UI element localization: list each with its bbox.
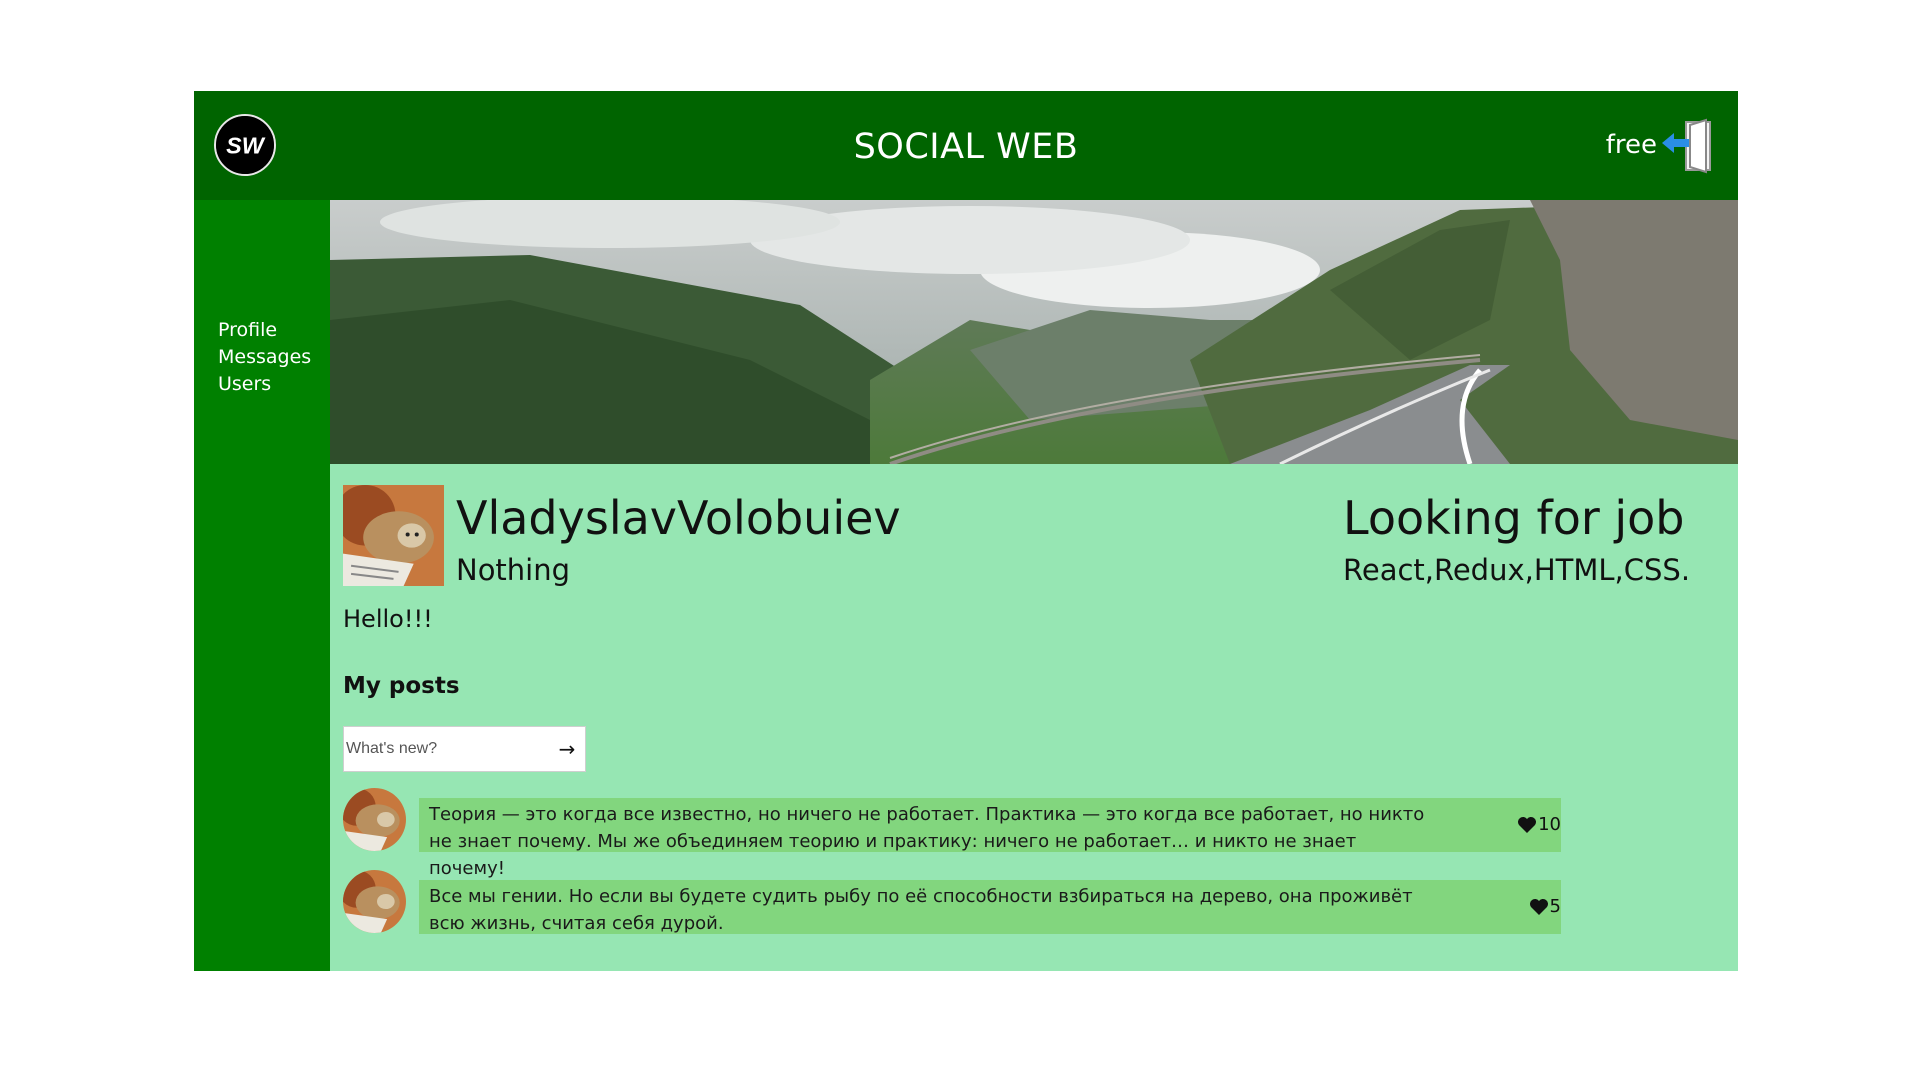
sidebar-nav: Profile Messages Users <box>218 317 311 398</box>
header: SW SOCIAL WEB free <box>194 91 1738 200</box>
new-post-input[interactable] <box>346 727 546 771</box>
profile-full-name: VladyslavVolobuiev <box>456 491 901 545</box>
send-post-button[interactable]: → <box>555 736 579 762</box>
post-avatar <box>343 788 406 851</box>
likes-count: 5 <box>1549 896 1561 917</box>
post-text: Все мы гении. Но если вы будете судить р… <box>429 886 1413 934</box>
post-bubble: Все мы гении. Но если вы будете судить р… <box>419 880 1561 934</box>
likes-count: 10 <box>1538 814 1561 835</box>
app-container: SW SOCIAL WEB free Profile Messages User… <box>194 91 1738 971</box>
heart-icon[interactable] <box>1517 816 1537 834</box>
login-name[interactable]: free <box>1606 130 1657 160</box>
post-likes[interactable]: 5 <box>1529 880 1561 934</box>
login-area[interactable]: free <box>1606 116 1716 174</box>
post-item: Все мы гении. Но если вы будете судить р… <box>343 870 1561 934</box>
sidebar: Profile Messages Users <box>194 200 330 971</box>
profile-avatar <box>343 485 444 586</box>
job-status-title: Looking for job <box>1343 491 1685 545</box>
profile-status[interactable]: Nothing <box>456 552 570 588</box>
app-title: SOCIAL WEB <box>853 127 1079 167</box>
post-item: Теория — это когда все известно, но ниче… <box>343 788 1561 879</box>
sidebar-item-users[interactable]: Users <box>218 371 311 398</box>
post-bubble: Теория — это когда все известно, но ниче… <box>419 798 1561 879</box>
job-description: React,Redux,HTML,CSS. <box>1343 553 1691 587</box>
heart-icon[interactable] <box>1529 898 1549 916</box>
about-me: Hello!!! <box>343 605 433 633</box>
my-posts-heading: My posts <box>343 673 460 699</box>
post-avatar <box>343 870 406 933</box>
sidebar-item-messages[interactable]: Messages <box>218 344 311 371</box>
post-text: Теория — это когда все известно, но ниче… <box>429 804 1425 879</box>
new-post-form: → <box>343 726 586 772</box>
post-likes[interactable]: 10 <box>1517 798 1561 852</box>
profile-content: VladyslavVolobuiev Nothing Looking for j… <box>330 200 1738 971</box>
sidebar-item-profile[interactable]: Profile <box>218 317 311 344</box>
cat-photo <box>343 870 406 933</box>
profile-banner-image <box>330 200 1738 464</box>
cat-photo <box>343 485 444 586</box>
door-exit-icon[interactable] <box>1662 116 1716 174</box>
cat-photo <box>343 788 406 851</box>
